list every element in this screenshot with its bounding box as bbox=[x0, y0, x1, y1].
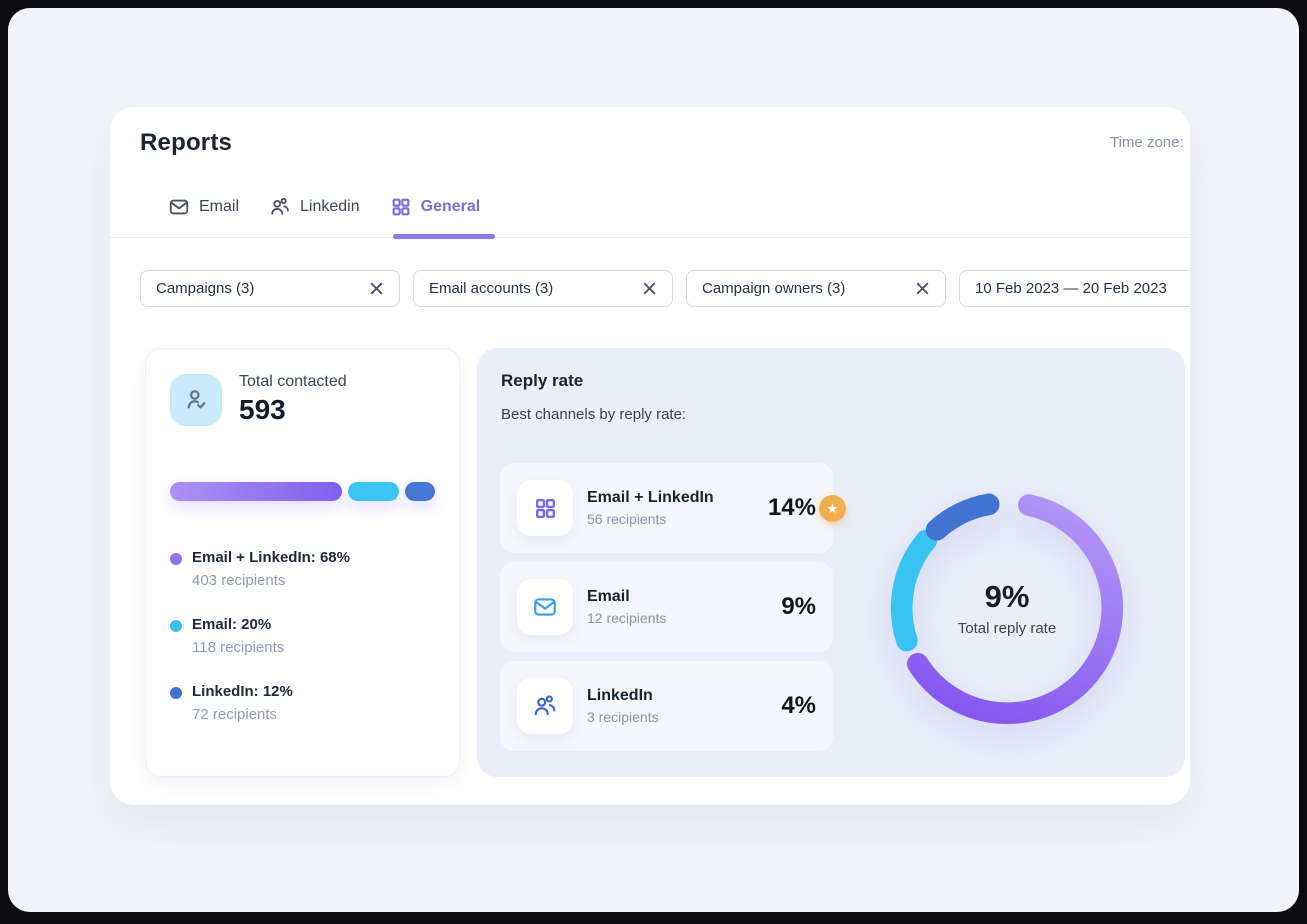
donut-center: 9% Total reply rate bbox=[889, 490, 1125, 726]
channel-row-email: Email 12 recipients 9% bbox=[500, 562, 833, 652]
channel-recipients: 3 recipients bbox=[587, 709, 659, 725]
tab-general[interactable]: General bbox=[390, 196, 481, 236]
filter-chip-campaign-owners[interactable]: Campaign owners (3) bbox=[686, 270, 946, 307]
tab-email-label: Email bbox=[199, 198, 239, 216]
tab-bar: Email Linkedin General bbox=[168, 196, 480, 236]
legend-label: Email: 20% bbox=[192, 616, 435, 633]
legend-item-email-linkedin: Email + LinkedIn: 68% 403 recipients bbox=[170, 549, 435, 589]
date-range-picker[interactable]: 10 Feb 2023 — 20 Feb 2023 bbox=[959, 270, 1190, 307]
bar-segment-email bbox=[348, 482, 399, 501]
channel-recipients: 12 recipients bbox=[587, 610, 666, 626]
channel-rows: Email + LinkedIn 56 recipients 14% ★ Ema… bbox=[500, 463, 833, 751]
filter-chip-email-accounts[interactable]: Email accounts (3) bbox=[413, 270, 673, 307]
channel-distribution-bar bbox=[170, 482, 435, 501]
filter-chip-campaigns[interactable]: Campaigns (3) bbox=[140, 270, 400, 307]
tab-linkedin-label: Linkedin bbox=[300, 198, 360, 216]
reports-card: Reports Time zone: Email Linkedin bbox=[110, 107, 1190, 805]
legend-item-linkedin: LinkedIn: 12% 72 recipients bbox=[170, 683, 435, 723]
total-contacted-value: 593 bbox=[239, 394, 347, 426]
user-check-icon bbox=[170, 374, 222, 426]
date-range-label: 10 Feb 2023 — 20 Feb 2023 bbox=[975, 280, 1167, 297]
close-icon[interactable] bbox=[642, 281, 657, 296]
device-frame: Reports Time zone: Email Linkedin bbox=[0, 0, 1307, 924]
app-background: Reports Time zone: Email Linkedin bbox=[8, 8, 1299, 912]
tab-linkedin[interactable]: Linkedin bbox=[269, 196, 360, 236]
users-icon bbox=[517, 678, 573, 734]
envelope-icon bbox=[168, 196, 190, 218]
legend-dot-cyan bbox=[170, 620, 182, 632]
filter-chip-label: Campaigns (3) bbox=[156, 280, 254, 297]
channel-name: Email + LinkedIn bbox=[587, 489, 714, 507]
legend-recipients: 403 recipients bbox=[192, 572, 435, 589]
channel-name: Email bbox=[587, 588, 666, 606]
bar-segment-linkedin bbox=[405, 482, 435, 501]
page-title: Reports bbox=[140, 129, 232, 157]
grid-icon bbox=[390, 196, 412, 218]
legend-dot-blue bbox=[170, 687, 182, 699]
legend-label: LinkedIn: 12% bbox=[192, 683, 435, 700]
total-contacted-card: Total contacted 593 Email + LinkedIn: 68… bbox=[145, 348, 460, 777]
close-icon[interactable] bbox=[369, 281, 384, 296]
grid-icon bbox=[517, 480, 573, 536]
channel-rate: 4% bbox=[781, 692, 816, 720]
timezone-label: Time zone: bbox=[1110, 134, 1184, 151]
legend-item-email: Email: 20% 118 recipients bbox=[170, 616, 435, 656]
channel-recipients: 56 recipients bbox=[587, 511, 714, 527]
filter-bar: Campaigns (3) Email accounts (3) Campaig… bbox=[140, 270, 1190, 307]
best-channel-star-icon: ★ bbox=[819, 495, 846, 522]
channel-rate: 9% bbox=[781, 593, 816, 621]
channel-row-email-linkedin: Email + LinkedIn 56 recipients 14% ★ bbox=[500, 463, 833, 553]
tab-email[interactable]: Email bbox=[168, 196, 239, 236]
active-tab-indicator bbox=[393, 234, 495, 239]
tab-general-label: General bbox=[421, 198, 481, 216]
total-reply-rate-value: 9% bbox=[985, 579, 1030, 615]
reply-rate-subtitle: Best channels by reply rate: bbox=[501, 406, 686, 423]
legend-label: Email + LinkedIn: 68% bbox=[192, 549, 435, 566]
reply-rate-panel: Reply rate Best channels by reply rate: … bbox=[477, 348, 1185, 777]
channel-legend: Email + LinkedIn: 68% 403 recipients Ema… bbox=[170, 549, 435, 723]
reply-rate-donut-chart: 9% Total reply rate bbox=[889, 490, 1125, 726]
legend-recipients: 72 recipients bbox=[192, 706, 435, 723]
tabs-divider bbox=[110, 237, 1190, 238]
filter-chip-label: Email accounts (3) bbox=[429, 280, 553, 297]
legend-recipients: 118 recipients bbox=[192, 639, 435, 656]
channel-row-linkedin: LinkedIn 3 recipients 4% bbox=[500, 661, 833, 751]
filter-chip-label: Campaign owners (3) bbox=[702, 280, 845, 297]
users-icon bbox=[269, 196, 291, 218]
reply-rate-title: Reply rate bbox=[501, 371, 583, 391]
channel-rate: 14% bbox=[768, 494, 816, 522]
bar-segment-email-linkedin bbox=[170, 482, 342, 501]
close-icon[interactable] bbox=[915, 281, 930, 296]
channel-name: LinkedIn bbox=[587, 687, 659, 705]
total-contacted-label: Total contacted bbox=[239, 373, 347, 391]
total-reply-rate-label: Total reply rate bbox=[958, 620, 1056, 637]
legend-dot-purple bbox=[170, 553, 182, 565]
envelope-icon bbox=[517, 579, 573, 635]
